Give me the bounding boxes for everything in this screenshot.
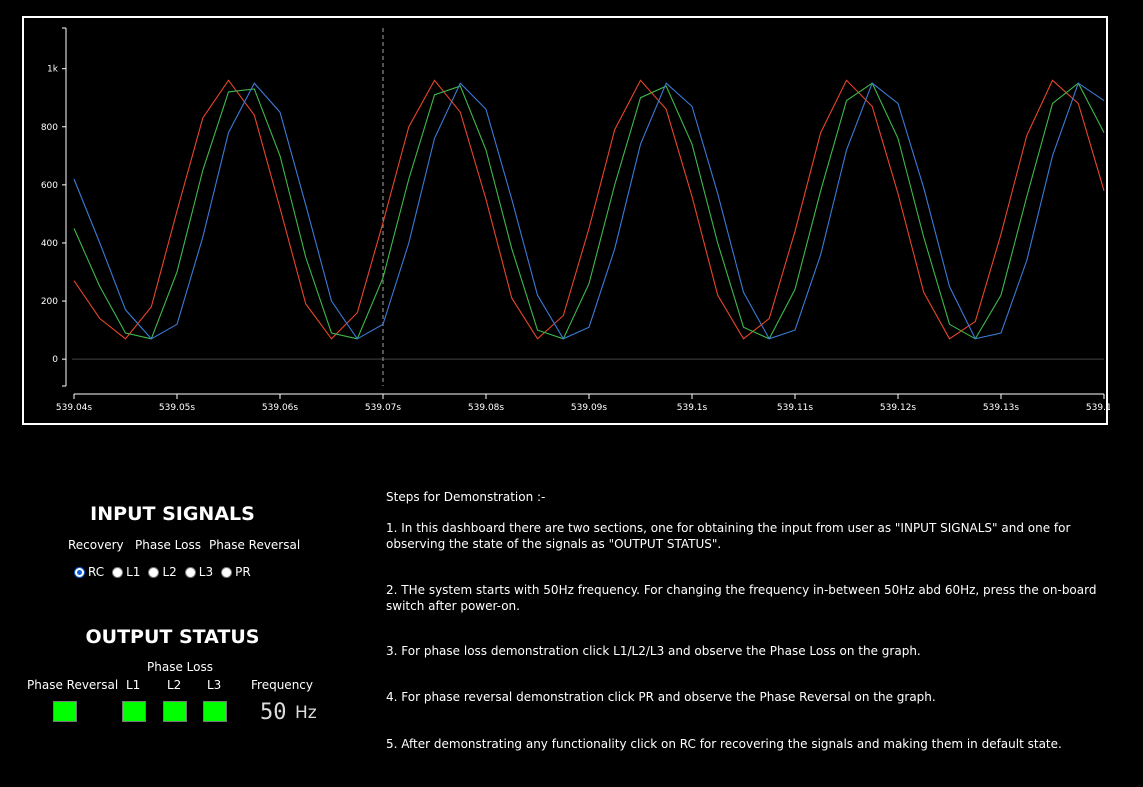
x-tick-label: 539.04s — [56, 403, 92, 413]
phase-waveform-3 — [73, 82, 1105, 340]
radio-l1-label: L1 — [126, 565, 141, 579]
phase-loss-input-label: Phase Loss — [135, 538, 201, 552]
instruction-step-1: 1. In this dashboard there are two secti… — [386, 521, 1071, 551]
radio-l2-label: L2 — [162, 565, 177, 579]
instruction-step-4: 4. For phase reversal demonstration clic… — [386, 690, 936, 704]
radio-l3-circle[interactable] — [184, 566, 196, 578]
l2-indicator — [163, 701, 187, 722]
radio-pr-circle[interactable] — [221, 566, 233, 578]
x-tick-label: 539.05s — [159, 403, 195, 413]
frequency-value: 50 — [260, 700, 287, 725]
y-tick-label: 0 — [52, 355, 58, 365]
x-tick-label: 539.09s — [571, 403, 607, 413]
y-tick-label: 600 — [41, 181, 58, 191]
radio-l1-circle[interactable] — [112, 566, 124, 578]
instruction-step-2: 2. THe system starts with 50Hz frequency… — [386, 583, 1097, 613]
radio-l1[interactable]: L1 — [112, 565, 140, 579]
phase-waveform-2 — [73, 82, 1105, 340]
radio-l2-circle[interactable] — [148, 566, 160, 578]
radio-rc-circle[interactable] — [74, 566, 85, 578]
input-signals-title: INPUT SIGNALS — [90, 503, 255, 525]
y-tick-label: 800 — [41, 123, 58, 133]
radio-l3[interactable]: L3 — [184, 565, 214, 579]
output-status-title: OUTPUT STATUS — [85, 626, 260, 648]
phase-reversal-input-label: Phase Reversal — [209, 538, 301, 552]
x-tick-label: 539.07s — [365, 403, 401, 413]
y-tick-label: 400 — [41, 239, 58, 249]
x-tick-label: 539.11s — [777, 403, 813, 413]
instructions-heading: Steps for Demonstration :- — [386, 490, 546, 504]
instruction-step-5: 5. After demonstrating any functionality… — [386, 737, 1062, 751]
radio-l3-label: L3 — [198, 565, 214, 579]
phase-reversal-output-label: Phase Reversal — [27, 678, 119, 692]
l3-output-label: L3 — [207, 678, 222, 692]
l1-indicator — [122, 701, 146, 722]
l1-output-label: L1 — [126, 678, 141, 692]
waveform-chart: 0 200 400 600 800 1k 539.04s 539.05s 539.06s 539.… — [22, 16, 1110, 425]
phase-loss-output-label: Phase Loss — [147, 660, 213, 674]
x-tick-label: 539.14s — [1086, 403, 1110, 413]
x-tick-label: 539.1s — [677, 403, 708, 413]
frequency-label: Frequency — [251, 678, 313, 692]
x-tick-label: 539.08s — [468, 403, 504, 413]
chart-svg: 0 200 400 600 800 1k 539.04s 539.05s 539.06s 539.… — [41, 27, 1110, 413]
phase-waveform-1 — [73, 79, 1105, 340]
radio-rc-label: RC — [88, 565, 105, 579]
recovery-label: Recovery — [68, 538, 124, 552]
x-tick-label: 539.13s — [983, 403, 1019, 413]
radio-pr[interactable]: PR — [221, 565, 251, 579]
x-tick-label: 539.06s — [262, 403, 298, 413]
y-tick-label: 1k — [47, 65, 59, 75]
radio-rc[interactable]: RC — [74, 565, 104, 579]
y-tick-label: 200 — [41, 297, 58, 307]
l2-output-label: L2 — [167, 678, 182, 692]
radio-pr-label: PR — [235, 565, 251, 579]
instruction-step-3: 3. For phase loss demonstration click L1… — [386, 644, 921, 658]
l3-indicator — [203, 701, 227, 722]
phase-reversal-indicator — [53, 701, 77, 722]
radio-l2[interactable]: L2 — [148, 565, 177, 579]
x-tick-label: 539.12s — [880, 403, 916, 413]
signal-radio-group: RC L1 L2 L3 PR — [74, 565, 259, 579]
frequency-unit: Hz — [295, 703, 317, 723]
